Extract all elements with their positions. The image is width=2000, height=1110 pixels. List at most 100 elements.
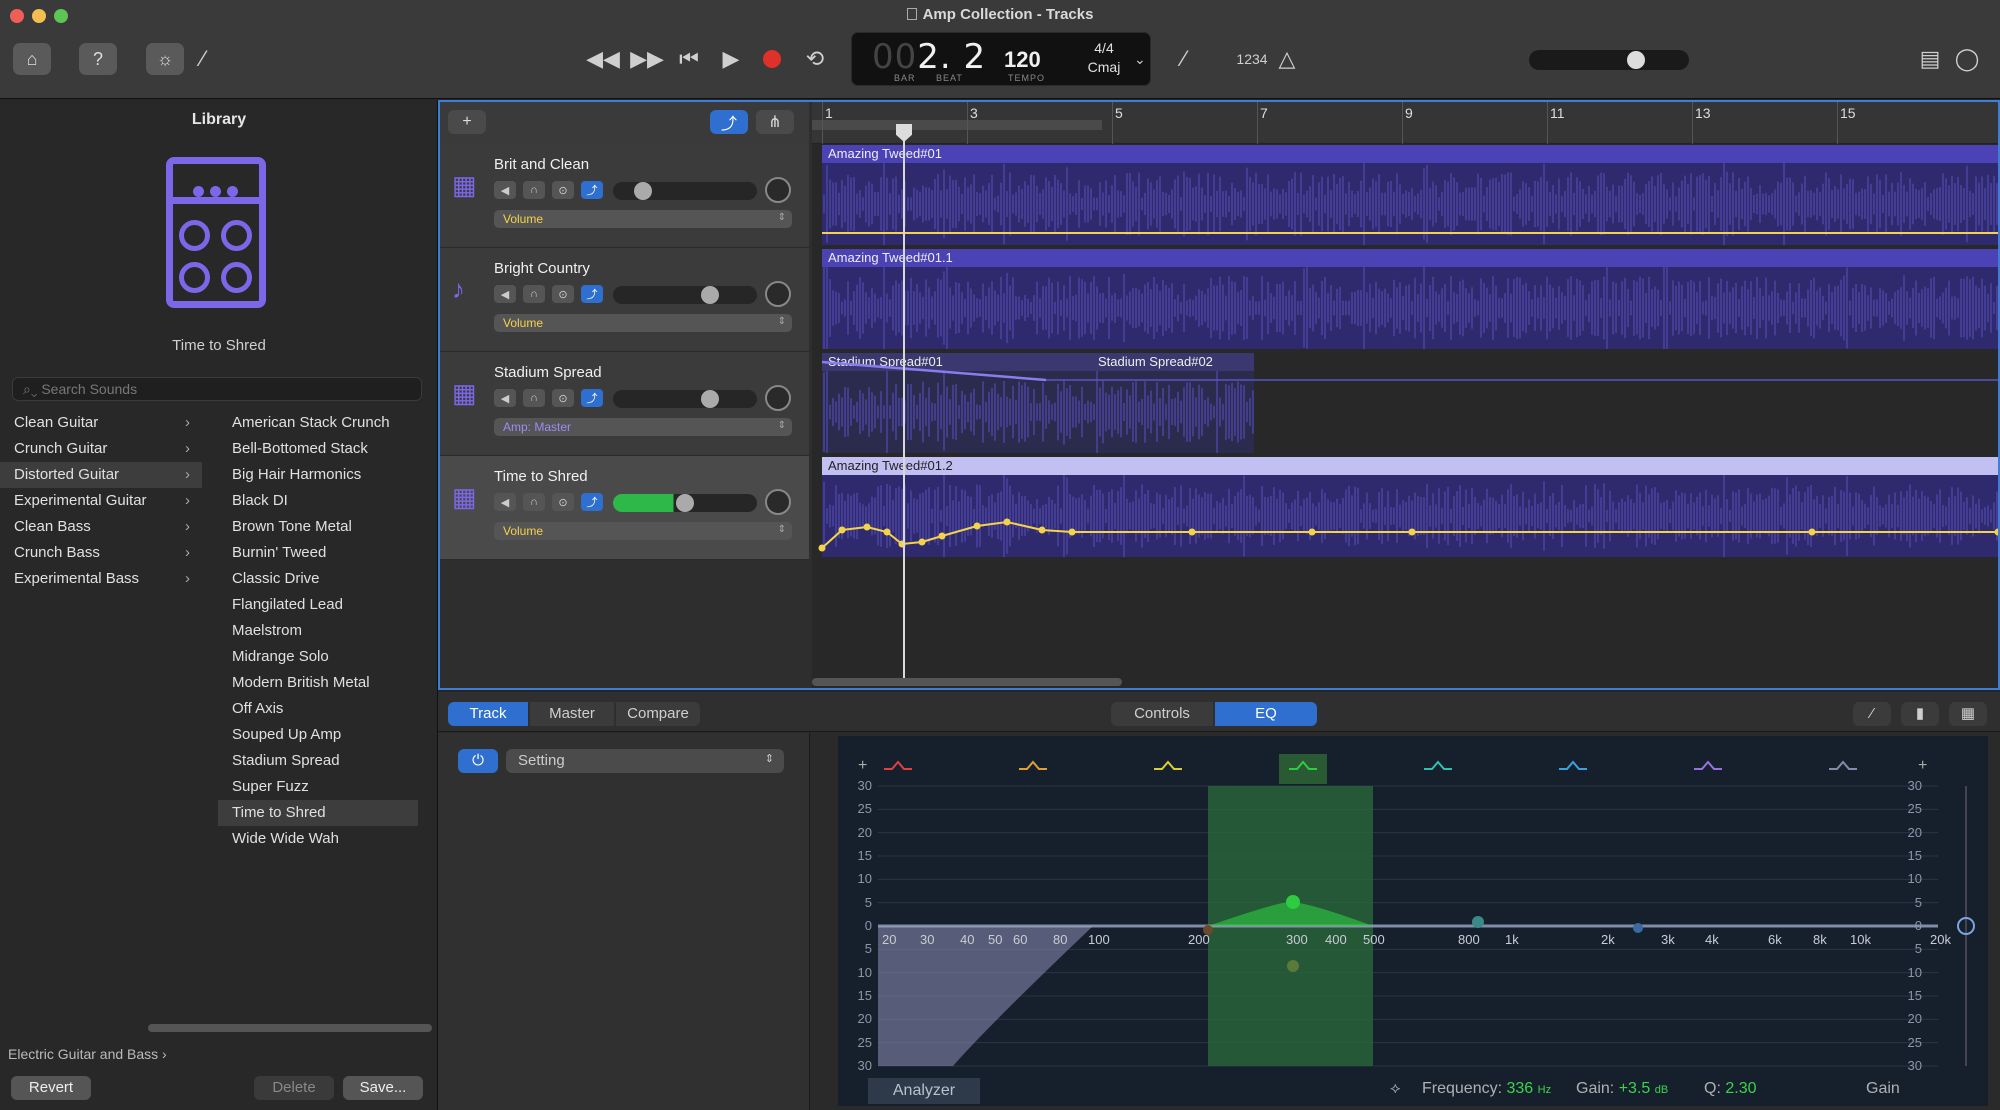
ruler[interactable]: 1 3 5 7 9 11 13 15 bbox=[812, 102, 1998, 144]
category-item[interactable]: Distorted Guitar › bbox=[0, 462, 202, 488]
automation-parameter-menu[interactable]: Amp: Master ⇕ bbox=[494, 418, 792, 436]
volume-fader-knob[interactable] bbox=[701, 286, 719, 304]
automation-parameter-menu[interactable]: Volume ⇕ bbox=[494, 314, 792, 332]
preset-item[interactable]: Burnin' Tweed bbox=[218, 540, 418, 566]
analyzer-button[interactable]: Analyzer bbox=[868, 1078, 980, 1104]
preset-item[interactable]: Maelstrom bbox=[218, 618, 418, 644]
loop-browser-button[interactable]: ◯ bbox=[1950, 45, 1984, 73]
category-item[interactable]: Crunch Bass › bbox=[0, 540, 202, 566]
track-name[interactable]: Bright Country bbox=[494, 260, 590, 277]
flex-toggle-button[interactable]: ⋔ bbox=[756, 110, 794, 134]
preset-item[interactable]: Super Fuzz bbox=[218, 774, 418, 800]
volume-fader[interactable] bbox=[613, 494, 757, 512]
category-item[interactable]: Clean Guitar › bbox=[0, 410, 202, 436]
solo-button[interactable]: ∩ bbox=[523, 493, 545, 511]
tab-eq[interactable]: EQ bbox=[1215, 702, 1317, 726]
delete-button[interactable]: Delete bbox=[254, 1076, 334, 1100]
automation-button[interactable]: ⤴ bbox=[581, 493, 603, 511]
tab-controls[interactable]: Controls bbox=[1111, 702, 1213, 726]
preset-item[interactable]: Flangilated Lead bbox=[218, 592, 418, 618]
mute-button[interactable]: ◀ bbox=[494, 493, 516, 511]
cycle-region[interactable] bbox=[812, 120, 1102, 130]
library-toggle-button[interactable]: ⌂ bbox=[13, 43, 51, 75]
mute-button[interactable]: ◀ bbox=[494, 389, 516, 407]
cycle-button[interactable]: ⟲ bbox=[798, 45, 832, 73]
preset-item[interactable]: Bell-Bottomed Stack bbox=[218, 436, 418, 462]
search-sounds-field[interactable]: ⌕⌄ Search Sounds bbox=[12, 377, 422, 401]
volume-fader-knob[interactable] bbox=[634, 182, 652, 200]
mute-button[interactable]: ◀ bbox=[494, 181, 516, 199]
category-item[interactable]: Clean Bass › bbox=[0, 514, 202, 540]
preset-item[interactable]: Midrange Solo bbox=[218, 644, 418, 670]
eq-curve-svg[interactable]: + + bbox=[838, 736, 1988, 1076]
inspector-button[interactable]: ⁄ bbox=[1853, 702, 1891, 726]
category-item[interactable]: Experimental Bass › bbox=[0, 566, 202, 592]
record-button[interactable] bbox=[763, 50, 781, 68]
notepad-button[interactable]: ▤ bbox=[1913, 45, 1947, 73]
pan-knob[interactable] bbox=[765, 177, 791, 203]
automation-lines[interactable] bbox=[812, 144, 1998, 564]
pan-knob[interactable] bbox=[765, 281, 791, 307]
frequency-readout[interactable]: Frequency: 336 Hz bbox=[1422, 1080, 1551, 1098]
preset-item[interactable]: Black DI bbox=[218, 488, 418, 514]
track-header[interactable]: ♪ Bright Country ◀ ∩ ⊙ ⤴ Volume ⇕ bbox=[440, 248, 809, 352]
track-header[interactable]: ▦ Stadium Spread ◀ ∩ ⊙ ⤴ Amp: Master ⇕ bbox=[440, 352, 809, 456]
automation-button[interactable]: ⤴ bbox=[581, 181, 603, 199]
solo-button[interactable]: ∩ bbox=[523, 181, 545, 199]
pan-knob[interactable] bbox=[765, 489, 791, 515]
automation-button[interactable]: ⤴ bbox=[581, 285, 603, 303]
power-button[interactable]: ⏻ bbox=[458, 749, 498, 773]
timeline-scrollbar[interactable] bbox=[812, 678, 1122, 686]
preset-item[interactable]: Modern British Metal bbox=[218, 670, 418, 696]
editors-button[interactable]: ⁄ bbox=[186, 45, 220, 73]
track-name[interactable]: Stadium Spread bbox=[494, 364, 602, 381]
category-item[interactable]: Crunch Guitar › bbox=[0, 436, 202, 462]
automation-parameter-menu[interactable]: Volume ⇕ bbox=[494, 522, 792, 540]
library-scrollbar[interactable] bbox=[148, 1024, 432, 1032]
automation-button[interactable]: ⤴ bbox=[581, 389, 603, 407]
lcd-display[interactable]: 002. 2 BAR BEAT 120 TEMPO 4/4 Cmaj ⌄ bbox=[851, 32, 1151, 86]
record-enable-button[interactable]: ⊙ bbox=[552, 389, 574, 407]
info-button[interactable]: ▮ bbox=[1901, 702, 1939, 726]
add-track-button[interactable]: + bbox=[448, 110, 486, 134]
chevron-down-icon[interactable]: ⌄ bbox=[1134, 51, 1146, 68]
metronome-button[interactable]: △ bbox=[1270, 45, 1304, 73]
preset-item[interactable]: Stadium Spread bbox=[218, 748, 418, 774]
timeline[interactable]: 1 3 5 7 9 11 13 15 Amazing Tweed#01 Amazing Twee… bbox=[812, 102, 1998, 688]
category-item[interactable]: Experimental Guitar › bbox=[0, 488, 202, 514]
solo-button[interactable]: ∩ bbox=[523, 389, 545, 407]
mute-button[interactable]: ◀ bbox=[494, 285, 516, 303]
volume-fader[interactable] bbox=[613, 390, 757, 408]
smart-controls-button[interactable]: ☼ bbox=[146, 43, 184, 75]
volume-fader[interactable] bbox=[613, 286, 757, 304]
amp-view-button[interactable]: ▦ bbox=[1949, 702, 1987, 726]
track-header[interactable]: ▦ Time to Shred ◀ ∩ ⊙ ⤴ Volume ⇕ bbox=[440, 456, 809, 560]
master-volume-slider[interactable] bbox=[1529, 50, 1689, 70]
track-name[interactable]: Brit and Clean bbox=[494, 156, 589, 173]
preset-item[interactable]: Time to Shred bbox=[218, 800, 418, 826]
tab-track[interactable]: Track bbox=[448, 702, 528, 726]
record-enable-button[interactable]: ⊙ bbox=[552, 493, 574, 511]
tab-master[interactable]: Master bbox=[530, 702, 614, 726]
gain-readout[interactable]: Gain: +3.5 dB bbox=[1576, 1080, 1668, 1098]
preset-item[interactable]: Wide Wide Wah bbox=[218, 826, 418, 852]
master-volume-knob[interactable] bbox=[1627, 51, 1645, 69]
count-in-button[interactable]: 1234 bbox=[1232, 45, 1272, 73]
preset-item[interactable]: Big Hair Harmonics bbox=[218, 462, 418, 488]
preset-item[interactable]: Souped Up Amp bbox=[218, 722, 418, 748]
preset-item[interactable]: Brown Tone Metal bbox=[218, 514, 418, 540]
playhead[interactable] bbox=[903, 124, 905, 680]
volume-fader-knob[interactable] bbox=[701, 390, 719, 408]
preset-item[interactable]: American Stack Crunch bbox=[218, 410, 418, 436]
record-enable-button[interactable]: ⊙ bbox=[552, 285, 574, 303]
volume-fader-knob[interactable] bbox=[676, 494, 694, 512]
fast-forward-button[interactable]: ▶▶ bbox=[630, 45, 664, 73]
track-header[interactable]: ▦ Brit and Clean ◀ ∩ ⊙ ⤴ Volume ⇕ bbox=[440, 144, 809, 248]
eq-graph[interactable]: + + Analyzer ⟡ Frequency: 336 Hz Gain: +3… bbox=[838, 736, 1988, 1106]
preset-item[interactable]: Off Axis bbox=[218, 696, 418, 722]
q-readout[interactable]: Q: 2.30 bbox=[1704, 1080, 1756, 1098]
tab-compare[interactable]: Compare bbox=[616, 702, 700, 726]
preset-item[interactable]: Classic Drive bbox=[218, 566, 418, 592]
go-to-beginning-button[interactable]: ⏮ bbox=[672, 45, 706, 73]
pan-knob[interactable] bbox=[765, 385, 791, 411]
